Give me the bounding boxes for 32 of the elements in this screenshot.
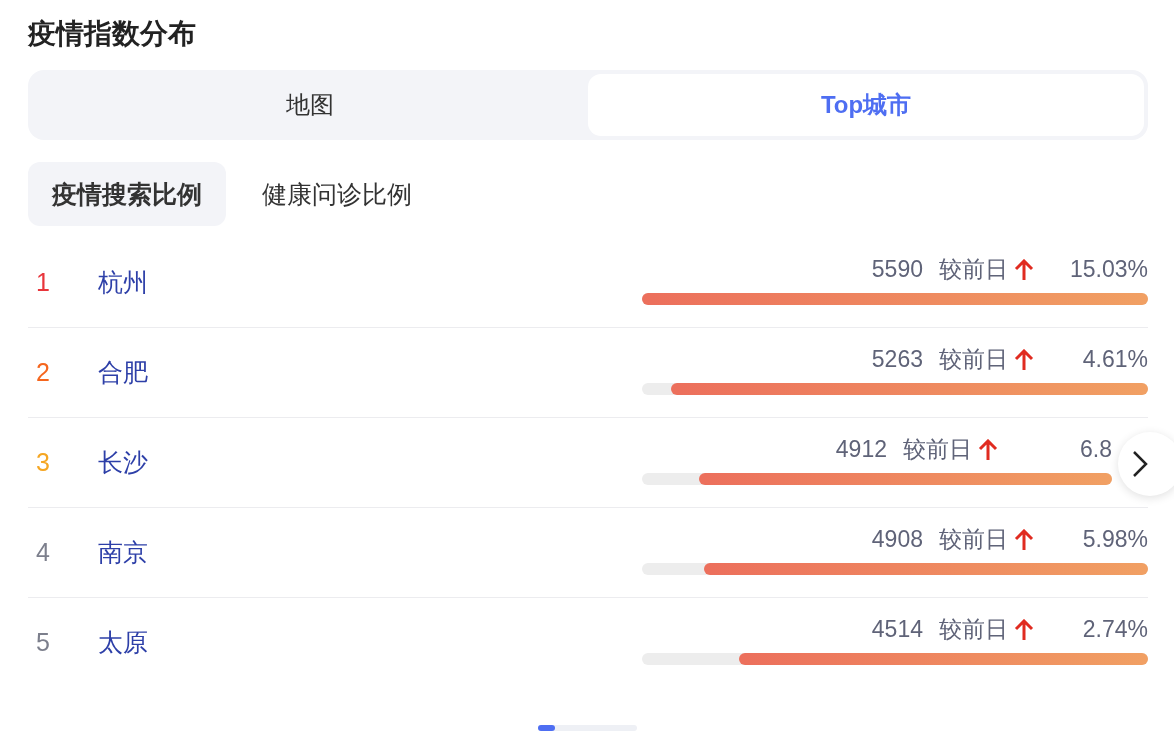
rank-number: 3 bbox=[35, 448, 51, 477]
view-tab[interactable]: 地图 bbox=[32, 74, 588, 136]
city-name[interactable]: 杭州 bbox=[98, 266, 148, 299]
index-value: 4912 bbox=[835, 436, 887, 463]
rank-number: 5 bbox=[35, 628, 51, 657]
metric-tab[interactable]: 健康问诊比例 bbox=[238, 162, 436, 226]
compare-label: 较前日 bbox=[939, 525, 1008, 554]
next-button[interactable] bbox=[1118, 432, 1174, 496]
compare-label: 较前日 bbox=[939, 255, 1008, 284]
city-name[interactable]: 合肥 bbox=[98, 356, 148, 389]
metric-tab[interactable]: 疫情搜索比例 bbox=[28, 162, 226, 226]
rank-number: 4 bbox=[35, 538, 51, 567]
city-name[interactable]: 太原 bbox=[98, 626, 148, 659]
index-value: 4908 bbox=[871, 526, 923, 553]
change-percent: 4.61% bbox=[1081, 346, 1148, 373]
rank-number: 2 bbox=[35, 358, 51, 387]
rank-number: 1 bbox=[35, 268, 51, 297]
view-tab[interactable]: Top城市 bbox=[588, 74, 1144, 136]
chevron-right-icon bbox=[1132, 450, 1148, 478]
change-percent: 5.98% bbox=[1081, 526, 1148, 553]
index-value: 4514 bbox=[871, 616, 923, 643]
compare-label: 较前日 bbox=[939, 345, 1008, 374]
section-title: 疫情指数分布 bbox=[28, 17, 197, 51]
change-percent: 2.74% bbox=[1081, 616, 1148, 643]
change-percent: 15.03% bbox=[1069, 256, 1148, 283]
index-value: 5263 bbox=[871, 346, 923, 373]
change-percent: 6.8 bbox=[1079, 436, 1112, 463]
compare-label: 较前日 bbox=[939, 615, 1008, 644]
city-name[interactable]: 南京 bbox=[98, 536, 148, 569]
index-value: 5590 bbox=[871, 256, 923, 283]
compare-label: 较前日 bbox=[903, 435, 972, 464]
city-name[interactable]: 长沙 bbox=[98, 446, 148, 479]
